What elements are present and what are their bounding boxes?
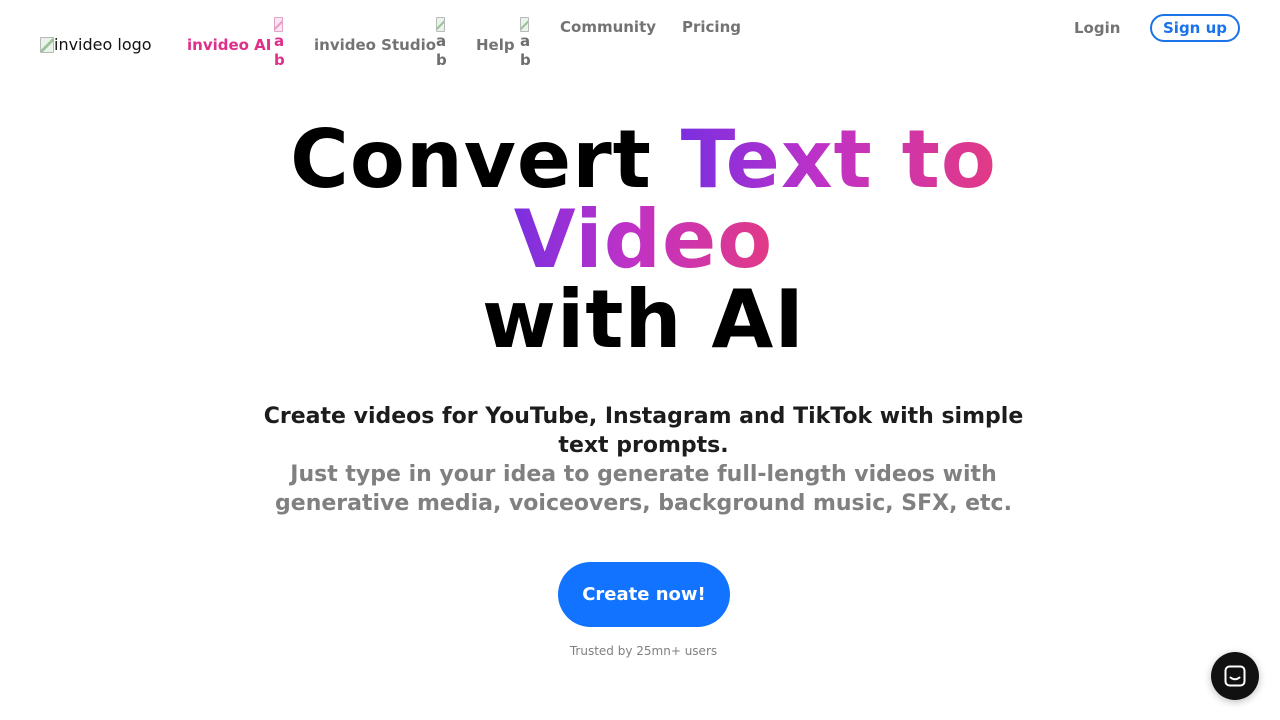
nav-invideo-ai-dropdown-icon[interactable]: a b — [274, 17, 285, 70]
broken-image-icon — [520, 17, 529, 32]
nav-invideo-studio-dropdown-icon[interactable]: a b — [436, 17, 447, 70]
nav-invideo-studio[interactable]: invideo Studio — [314, 35, 436, 55]
alt-fragment: a — [274, 32, 285, 50]
broken-image-icon — [40, 37, 54, 53]
hero-subtitle: Create videos for YouTube, Instagram and… — [263, 404, 1024, 458]
broken-image-icon — [274, 17, 283, 32]
hero-description: Just type in your idea to generate full-… — [275, 462, 1012, 516]
nav-help-dropdown-icon[interactable]: a b — [520, 17, 531, 70]
page: invideo logo invideo AI a b invideo Stud… — [0, 0, 1280, 720]
invideo-logo[interactable]: invideo logo — [40, 34, 152, 56]
hero-title-line-1: Convert Text to — [0, 120, 1280, 200]
trusted-by-text: Trusted by 25mn+ users — [569, 644, 718, 658]
alt-fragment: b — [520, 51, 531, 69]
alt-fragment: a — [436, 32, 447, 50]
nav-invideo-ai[interactable]: invideo AI — [187, 35, 271, 55]
alt-fragment: b — [274, 51, 285, 69]
login-link[interactable]: Login — [1074, 18, 1120, 38]
nav-help[interactable]: Help — [476, 35, 515, 55]
logo-alt-text: invideo logo — [54, 35, 152, 54]
signup-button[interactable]: Sign up — [1150, 14, 1240, 42]
create-now-button[interactable]: Create now! — [558, 562, 730, 627]
chat-launcher-button[interactable] — [1211, 652, 1259, 700]
hero-title: Convert Text to Video with AI — [0, 120, 1280, 360]
hero-title-line-3: with AI — [481, 273, 806, 366]
hero-title-line-2: Video — [0, 200, 1280, 280]
alt-fragment: b — [436, 51, 447, 69]
chat-bubble-icon — [1224, 665, 1246, 687]
alt-fragment: a — [520, 32, 531, 50]
nav-community[interactable]: Community — [560, 17, 656, 37]
broken-image-icon — [436, 17, 445, 32]
nav-pricing[interactable]: Pricing — [682, 17, 741, 37]
